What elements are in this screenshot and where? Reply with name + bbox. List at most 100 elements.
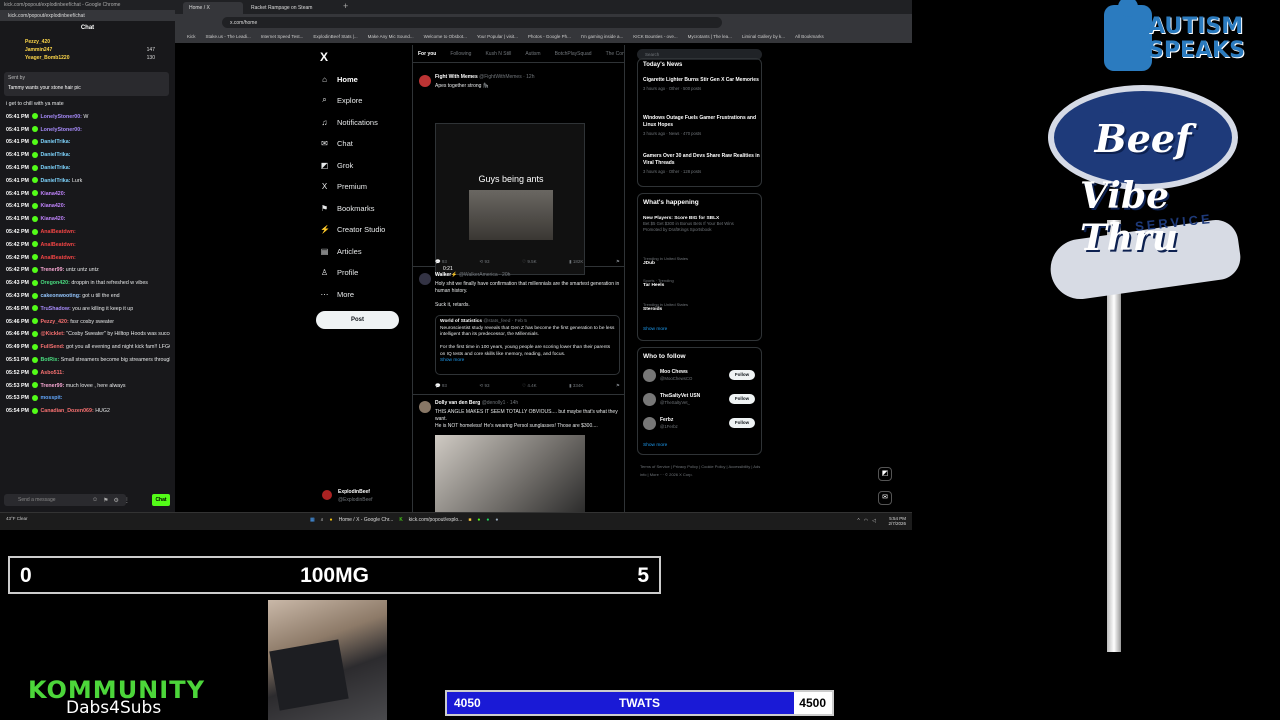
- nav-item-explore[interactable]: ⌕ Explore: [320, 93, 362, 107]
- chat-message[interactable]: 05:41 PM LonelyStoner00: W: [6, 111, 170, 124]
- steam-icon[interactable]: ●: [495, 517, 498, 523]
- follow-suggestion[interactable]: TheSaltyVet USN @TheSaltyVet_ Follow: [643, 391, 761, 411]
- message-user[interactable]: AnalBeatdwn:: [40, 242, 75, 248]
- follow-suggestion[interactable]: Moo Chews @MooChewsCO Follow: [643, 367, 761, 387]
- message-user[interactable]: Oregon420:: [40, 280, 71, 286]
- message-user[interactable]: cakeonwooting:: [40, 293, 82, 299]
- trend-item[interactable]: New Players: Score BIG for SBLX Bet $5 Ge…: [643, 216, 761, 233]
- nav-item-creator-studio[interactable]: ⚡ Creator Studio: [320, 222, 385, 236]
- tweet-image[interactable]: [435, 435, 585, 512]
- chat-message[interactable]: 05:46 PM @Kicklet: "Cosby Sweater" by Hi…: [6, 328, 170, 341]
- message-user[interactable]: FullSend:: [40, 344, 66, 350]
- news-item[interactable]: Windows Outage Fuels Gamer Frustrations …: [643, 115, 761, 136]
- message-user[interactable]: mosspit:: [40, 395, 62, 401]
- new-tab-icon[interactable]: +: [343, 1, 348, 11]
- nav-item-articles[interactable]: ▤ Articles: [320, 244, 362, 258]
- chat-message[interactable]: 05:46 PM Pezzy_420: fssr cosby sweater: [6, 316, 170, 329]
- more-icon[interactable]: ⋮: [124, 497, 130, 504]
- clock[interactable]: 5:54 PM 2/7/2026: [888, 516, 906, 526]
- chat-message[interactable]: 05:42 PM AnalBeatdwn:: [6, 226, 170, 239]
- show-more-link[interactable]: Show more: [440, 358, 615, 365]
- chat-address-bar[interactable]: kick.com/popout/explodinbeef/chat: [0, 10, 175, 21]
- chat-message[interactable]: 05:53 PM Trener99: much lovee , here alw…: [6, 380, 170, 393]
- show-more-link[interactable]: Show more: [643, 327, 667, 332]
- chat-message[interactable]: 05:43 PM Oregon420: droppin in that refr…: [6, 277, 170, 290]
- taskbar-item-x[interactable]: Home / X - Google Chr...: [339, 517, 394, 523]
- message-user[interactable]: Trener99:: [40, 267, 65, 273]
- like-icon[interactable]: ♡ 9.5K: [522, 259, 537, 265]
- like-icon[interactable]: ♡ 4.4K: [522, 383, 537, 389]
- tab-racket-rampage[interactable]: Racket Rampage on Steam: [245, 2, 335, 14]
- message-user[interactable]: LonelyStoner00:: [40, 127, 82, 133]
- bookmark-item[interactable]: All Bookmarks: [795, 34, 824, 40]
- bookmark-item[interactable]: Welcome to Obsbot...: [424, 34, 467, 40]
- chat-send-button[interactable]: Chat: [152, 494, 170, 506]
- weather-widget[interactable]: 43°F Clear: [6, 516, 28, 521]
- xbox-icon[interactable]: ●: [477, 517, 480, 523]
- tweet[interactable]: Fight With Memes @FightWithMemes · 12h A…: [413, 71, 624, 275]
- folder-icon[interactable]: ■: [468, 517, 471, 523]
- search-icon[interactable]: ⌕: [321, 517, 324, 523]
- views-icon[interactable]: ▮ 182K: [569, 259, 583, 265]
- follow-suggestion[interactable]: Ferbz @1Ferbz Follow: [643, 415, 761, 435]
- message-user[interactable]: Kiana420:: [40, 216, 65, 222]
- chat-message[interactable]: 05:51 PM BotRix: Small streamers become …: [6, 354, 170, 367]
- bookmark-item[interactable]: ExplodinBeef Stats |...: [313, 34, 357, 40]
- nav-item-profile[interactable]: ♙ Profile: [320, 265, 358, 279]
- quoted-tweet[interactable]: World of Statistics @stats_feed · Feb 5 …: [435, 315, 620, 375]
- nav-item-grok[interactable]: ◩ Grok: [320, 158, 354, 172]
- follow-button[interactable]: Follow: [729, 418, 755, 428]
- x-logo-icon[interactable]: X: [320, 50, 328, 64]
- message-user[interactable]: @Kicklet:: [40, 331, 66, 337]
- repost-icon[interactable]: ⟲ 93: [479, 259, 489, 265]
- nav-item-chat[interactable]: ✉ Chat: [320, 136, 353, 150]
- message-user[interactable]: AnalBeatdwn:: [40, 229, 75, 235]
- reply-icon[interactable]: 💬 93: [435, 383, 447, 389]
- follow-button[interactable]: Follow: [729, 394, 755, 404]
- bookmark-item[interactable]: Photos - Google Ph...: [528, 34, 571, 40]
- tab-kush-n-still[interactable]: Kush N Still: [485, 51, 511, 57]
- footer-links[interactable]: Terms of Service | Privacy Policy | Cook…: [640, 463, 762, 479]
- bookmark-icon[interactable]: ⚑: [616, 259, 620, 265]
- trend-item[interactable]: Trending in United States JDub: [643, 256, 761, 266]
- bookmark-item[interactable]: Kick: [187, 34, 196, 40]
- bookmark-item[interactable]: Mycrotants | The lea...: [688, 34, 732, 40]
- chat-message[interactable]: 05:41 PM DanielTrika:: [6, 162, 170, 175]
- follow-button[interactable]: Follow: [729, 370, 755, 380]
- tab-home-x[interactable]: Home / X: [183, 2, 243, 14]
- kick-icon[interactable]: K: [399, 517, 402, 523]
- tweet[interactable]: Walker⚡ @WalkerAmerica · 20h Holy shit w…: [413, 269, 624, 395]
- repost-icon[interactable]: ⟲ 93: [479, 383, 489, 389]
- message-user[interactable]: DanielTrika:: [40, 139, 70, 145]
- tab-the-conc[interactable]: The Conc: [606, 51, 624, 57]
- chat-message[interactable]: 05:41 PM Kiana420:: [6, 213, 170, 226]
- messages-icon[interactable]: ✉: [878, 491, 892, 505]
- news-item[interactable]: Cigarette Lighter Burns Stir Gen X Car M…: [643, 77, 761, 91]
- message-user[interactable]: Kiana420:: [40, 203, 65, 209]
- volume-icon[interactable]: ◁: [872, 518, 876, 524]
- taskbar-item-kick[interactable]: kick.com/popout/explo...: [409, 517, 463, 523]
- message-user[interactable]: BotRix:: [40, 357, 60, 363]
- chat-message[interactable]: 05:42 PM Trener99: untz untz untz: [6, 264, 170, 277]
- news-item[interactable]: Gamers Over 30 and Devs Share Raw Realit…: [643, 153, 761, 174]
- bookmark-item[interactable]: Stake.us - The Leadi...: [206, 34, 251, 40]
- trend-item[interactable]: Sports · Trending Tar Heels: [643, 278, 761, 288]
- nav-item-premium[interactable]: X Premium: [320, 179, 367, 193]
- bookmark-item[interactable]: Your Popular | visit...: [477, 34, 518, 40]
- wifi-icon[interactable]: ◠: [864, 518, 868, 524]
- bookmark-item[interactable]: KICK Bounties - ove...: [633, 34, 677, 40]
- message-user[interactable]: DanielTrika:: [40, 178, 72, 184]
- message-user[interactable]: AnalBeatdwn:: [40, 255, 75, 261]
- chat-message[interactable]: 05:42 PM AnalBeatdwn:: [6, 239, 170, 252]
- gift-icon[interactable]: ⚑: [103, 497, 108, 504]
- chat-message[interactable]: 05:53 PM mosspit:: [6, 392, 170, 405]
- message-user[interactable]: LonelyStoner00:: [40, 114, 83, 120]
- show-more-link[interactable]: Show more: [643, 443, 667, 448]
- bookmark-item[interactable]: Internet Speed Test...: [261, 34, 304, 40]
- pinned-message[interactable]: Sent by Tammy wants your stone hair pic: [4, 72, 169, 96]
- grok-icon[interactable]: ◩: [878, 467, 892, 481]
- bookmark-item[interactable]: Make Any Mic Sound...: [368, 34, 414, 40]
- message-user[interactable]: Asbo511:: [40, 370, 64, 376]
- chat-message[interactable]: 05:49 PM FullSend: got you all evening a…: [6, 341, 170, 354]
- chat-message[interactable]: 05:54 PM Canadian_Dozen069: HUG2: [6, 405, 170, 418]
